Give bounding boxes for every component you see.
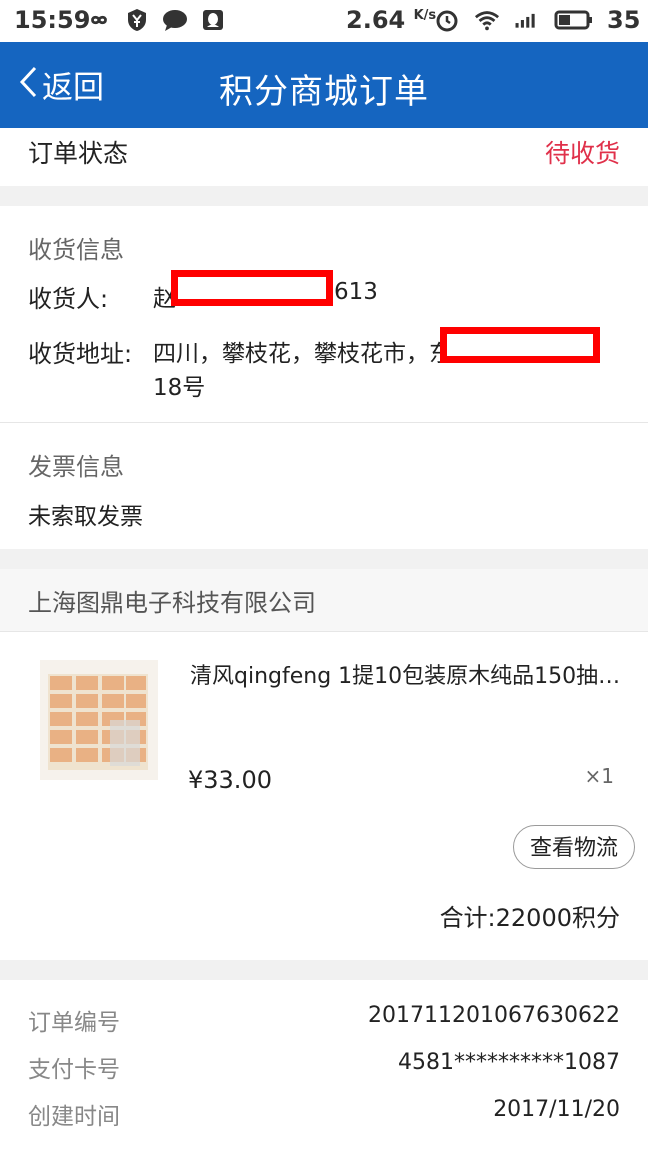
address-line-2: 18号 — [153, 375, 206, 401]
chat-bubble-icon — [162, 8, 188, 32]
payment-card-value: 4581**********1087 — [398, 1050, 620, 1075]
status-bar: 15:59 2.64 K/s 35 — [0, 0, 648, 42]
address-line-1: 四川，攀枝花，攀枝花市，东 — [153, 341, 452, 367]
order-status-row: 订单状态 待收货 — [0, 128, 648, 186]
notification-icons — [86, 8, 226, 32]
network-speed-value: 2.64 — [346, 6, 406, 34]
order-number-value: 201711201067630622 — [368, 1003, 620, 1028]
page-title: 积分商城订单 — [219, 72, 429, 112]
order-status-value: 待收货 — [544, 139, 620, 168]
section-gap — [0, 186, 648, 206]
receiver-label: 收货人: — [28, 285, 109, 313]
order-info: 订单编号 201711201067630622 支付卡号 4581*******… — [0, 980, 648, 1152]
section-gap — [0, 549, 648, 569]
invoice-value: 未索取发票 — [28, 504, 143, 530]
order-status-label: 订单状态 — [28, 139, 129, 168]
merchant-name: 上海图鼎电子科技有限公司 — [28, 589, 316, 617]
view-logistics-button[interactable]: 查看物流 — [513, 825, 635, 869]
system-icons — [434, 8, 594, 32]
network-speed: 2.64 K/s — [346, 6, 436, 34]
created-time-label: 创建时间 — [28, 1104, 120, 1130]
product-quantity: ×1 — [584, 764, 614, 788]
order-total: 合计:22000积分 — [439, 904, 620, 932]
order-number-label: 订单编号 — [28, 1010, 120, 1036]
qq-icon — [200, 8, 226, 32]
order-info-row: 支付卡号 4581**********1087 — [28, 1050, 620, 1090]
shield-yen-icon — [124, 8, 150, 32]
product-price: ¥33.00 — [188, 766, 272, 794]
shipping-info: 收货信息 收货人: 赵 613 收货地址: 四川，攀枝花，攀枝花市，东 18号 — [0, 206, 648, 422]
order-info-row: 订单编号 201711201067630622 — [28, 1003, 620, 1043]
invoice-info: 发票信息 未索取发票 — [0, 423, 648, 549]
alarm-icon — [434, 8, 460, 32]
battery-level: 35 — [607, 6, 641, 34]
infinity-icon — [86, 8, 112, 32]
product-card: 清风qingfeng 1提10包装原木纯品150抽软抽 ¥33.00 ×1 查看… — [0, 632, 648, 960]
created-time-value: 2017/11/20 — [493, 1097, 620, 1122]
receiver-phone-suffix: 613 — [334, 279, 378, 305]
invoice-title: 发票信息 — [28, 453, 124, 481]
redaction-box — [171, 270, 333, 306]
redaction-box — [440, 327, 600, 363]
merchant-header: 上海图鼎电子科技有限公司 — [0, 569, 648, 631]
status-time: 15:59 — [14, 6, 91, 34]
shipping-title: 收货信息 — [28, 236, 124, 264]
battery-icon — [554, 8, 594, 32]
section-gap — [0, 960, 648, 980]
product-thumbnail[interactable] — [40, 660, 158, 780]
signal-icon — [514, 8, 540, 32]
nav-bar: 返回 积分商城订单 — [0, 42, 648, 128]
product-name[interactable]: 清风qingfeng 1提10包装原木纯品150抽软抽 — [190, 658, 640, 690]
network-speed-unit: K/s — [413, 8, 437, 23]
address-label: 收货地址: — [28, 340, 133, 368]
order-info-row: 创建时间 2017/11/20 — [28, 1097, 620, 1137]
wifi-icon — [474, 8, 500, 32]
payment-card-label: 支付卡号 — [28, 1057, 120, 1083]
